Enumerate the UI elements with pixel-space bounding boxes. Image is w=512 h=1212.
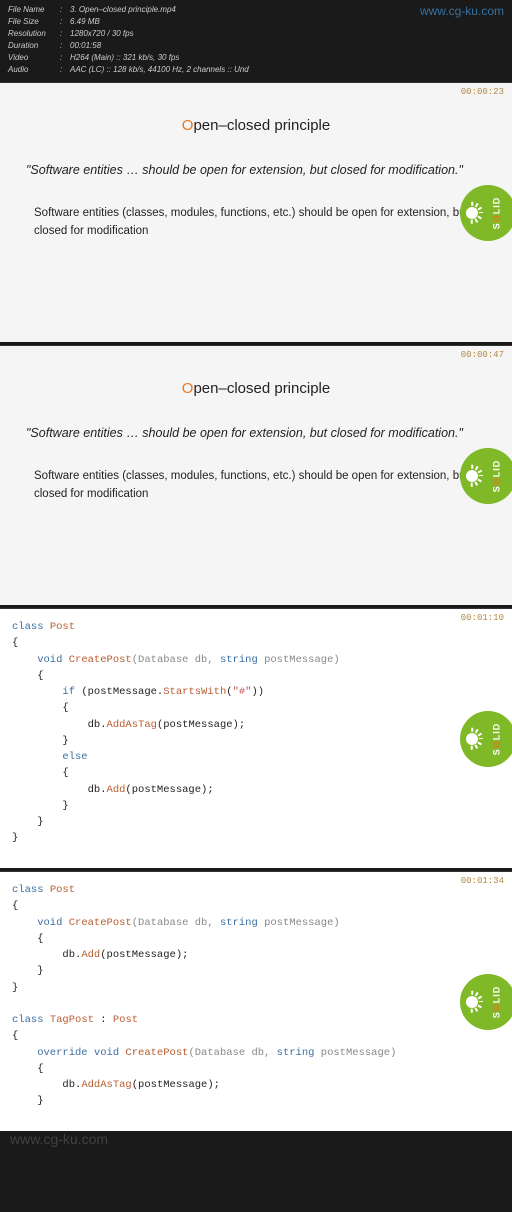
- slide-quote: "Software entities … should be open for …: [26, 425, 486, 443]
- meta-duration: 00:01:58: [70, 40, 101, 52]
- footer: www.cg-ku.com: [0, 1131, 512, 1153]
- meta-audio: AAC (LC) :: 128 kb/s, 44100 Hz, 2 channe…: [70, 64, 249, 76]
- timestamp: 00:01:10: [461, 613, 504, 623]
- slide-desc: Software entities (classes, modules, fun…: [26, 467, 486, 504]
- meta-resolution: 1280x720 / 30 fps: [70, 28, 134, 40]
- meta-duration-label: Duration: [8, 40, 60, 52]
- meta-resolution-label: Resolution: [8, 28, 60, 40]
- slide-desc: Software entities (classes, modules, fun…: [26, 204, 486, 241]
- solid-badge: SOLID: [460, 448, 512, 504]
- thumbnail-2[interactable]: 00:00:47 Open–closed principle "Software…: [0, 345, 512, 605]
- meta-filesize: 6.49 MB: [70, 16, 100, 28]
- meta-video: H264 (Main) :: 321 kb/s, 30 fps: [70, 52, 179, 64]
- code-block: class Post { void CreatePost(Database db…: [12, 882, 500, 1110]
- meta-audio-label: Audio: [8, 64, 60, 76]
- meta-video-label: Video: [8, 52, 60, 64]
- watermark-top: www.cg-ku.com: [420, 2, 504, 20]
- lightbulb-icon: [466, 996, 478, 1008]
- watermark-bottom: www.cg-ku.com: [10, 1131, 108, 1147]
- thumbnail-1[interactable]: 00:00:23 Open–closed principle "Software…: [0, 82, 512, 342]
- solid-badge: SOLID: [460, 711, 512, 767]
- solid-badge: SOLID: [460, 974, 512, 1030]
- lightbulb-icon: [466, 733, 478, 745]
- slide-quote: "Software entities … should be open for …: [26, 162, 486, 180]
- meta-filename-label: File Name: [8, 4, 60, 16]
- lightbulb-icon: [466, 470, 478, 482]
- thumbnail-4[interactable]: 00:01:34 class Post { void CreatePost(Da…: [0, 871, 512, 1131]
- timestamp: 00:00:47: [461, 350, 504, 360]
- slide-title: Open–closed principle: [26, 117, 486, 134]
- code-block: class Post { void CreatePost(Database db…: [12, 619, 500, 847]
- solid-badge: SOLID: [460, 185, 512, 241]
- thumbnail-3[interactable]: 00:01:10 class Post { void CreatePost(Da…: [0, 608, 512, 868]
- lightbulb-icon: [466, 207, 478, 219]
- meta-filesize-label: File Size: [8, 16, 60, 28]
- timestamp: 00:01:34: [461, 876, 504, 886]
- timestamp: 00:00:23: [461, 87, 504, 97]
- meta-filename: 3. Open–closed principle.mp4: [70, 4, 176, 16]
- slide-title: Open–closed principle: [26, 380, 486, 397]
- media-info: www.cg-ku.com File Name:3. Open–closed p…: [0, 0, 512, 82]
